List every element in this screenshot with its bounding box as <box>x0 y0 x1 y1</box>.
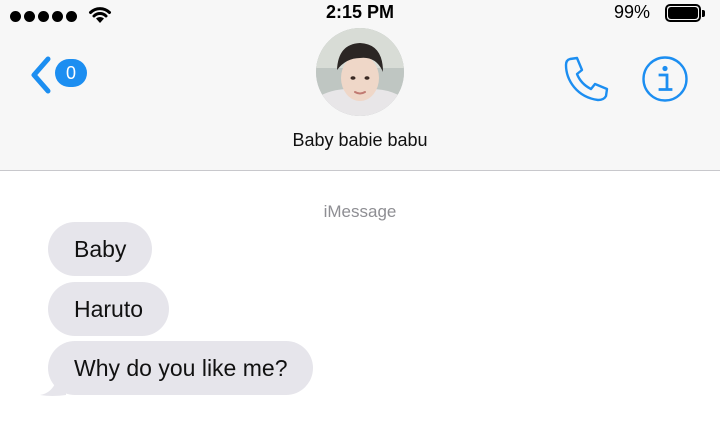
info-button[interactable] <box>640 54 690 104</box>
contact-avatar[interactable] <box>316 28 404 116</box>
battery-icon <box>665 4 705 22</box>
phone-icon <box>564 56 609 102</box>
status-bar: 2:15 PM 99% <box>0 0 720 28</box>
contact-name[interactable]: Baby babie babu <box>0 130 720 151</box>
incoming-message-bubble[interactable]: Haruto <box>48 282 170 336</box>
unread-count-badge: 0 <box>55 59 87 87</box>
incoming-message-bubble[interactable]: Why do you like me? <box>48 341 314 395</box>
conversation-header: 2:15 PM 99% 0 Baby babie babu <box>0 0 720 171</box>
info-icon <box>642 56 688 102</box>
battery-percentage: 99% <box>613 2 650 22</box>
service-label: iMessage <box>323 202 397 221</box>
messages-screen: 2:15 PM 99% 0 Baby babie babu iMessage B… <box>0 0 720 426</box>
status-time: 2:15 PM <box>325 2 395 22</box>
incoming-message-bubble[interactable]: Baby <box>48 222 153 276</box>
avatar-photo <box>316 28 404 116</box>
back-button[interactable]: 0 <box>28 55 92 95</box>
chevron-left-icon <box>31 56 51 94</box>
call-button[interactable] <box>560 53 612 105</box>
